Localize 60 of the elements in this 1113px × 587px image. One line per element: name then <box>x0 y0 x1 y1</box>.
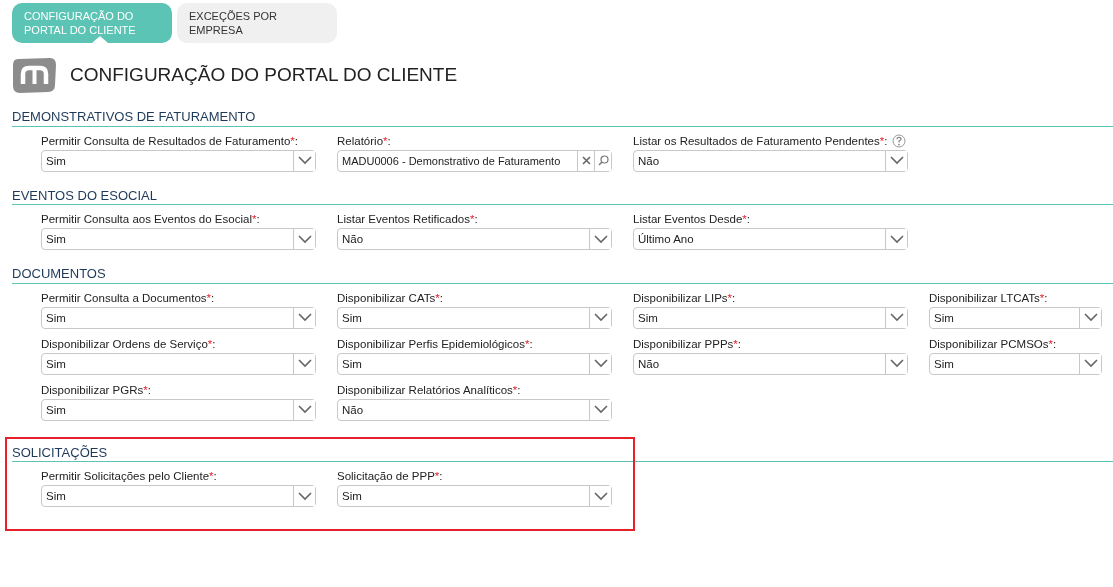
chevron-down-icon[interactable] <box>297 156 312 166</box>
field-label: Disponibilizar CATs*: <box>337 290 443 306</box>
chevron-down-icon[interactable] <box>593 405 608 415</box>
select-field[interactable]: Sim <box>41 485 316 508</box>
field-label: Permitir Solicitações pelo Cliente*: <box>41 469 217 485</box>
chevron-down-icon[interactable] <box>889 156 904 166</box>
logo-icon <box>12 57 56 93</box>
section-title: DEMONSTRATIVOS DE FATURAMENTO <box>11 109 257 126</box>
chevron-down-icon[interactable] <box>889 234 904 244</box>
field-label: Permitir Consulta a Documentos*: <box>41 290 215 306</box>
select-field[interactable]: Sim <box>337 352 612 375</box>
chevron-down-icon[interactable] <box>297 313 312 323</box>
field-label: Relatório*: <box>337 133 391 149</box>
section-title: DOCUMENTOS <box>11 266 107 283</box>
help-icon[interactable] <box>892 133 906 148</box>
chevron-down-icon[interactable] <box>297 234 312 244</box>
chevron-down-icon[interactable] <box>297 491 312 501</box>
field-label: Disponibilizar PCMSOs*: <box>929 336 1057 352</box>
chevron-down-icon[interactable] <box>889 313 904 323</box>
select-field[interactable]: Não <box>337 398 612 421</box>
chevron-down-icon[interactable] <box>593 491 608 501</box>
field-label: Permitir Consulta de Resultados de Faturamento*: <box>41 133 298 149</box>
select-field[interactable]: Último Ano <box>633 228 908 251</box>
chevron-down-icon[interactable] <box>889 359 904 369</box>
field-label: Disponibilizar PGRs*: <box>41 382 151 398</box>
chevron-down-icon[interactable] <box>1083 313 1098 323</box>
select-field[interactable]: Sim <box>41 228 316 251</box>
tab[interactable]: EXCEÇÕES POR EMPRESA <box>177 3 337 43</box>
section-title: EVENTOS DO ESOCIAL <box>11 187 158 205</box>
chevron-down-icon[interactable] <box>593 313 608 323</box>
chevron-down-icon[interactable] <box>593 359 608 369</box>
field-label: Disponibilizar Perfis Epidemiológicos*: <box>337 336 533 352</box>
field-label: Disponibilizar LTCATs*: <box>929 290 1048 306</box>
select-field[interactable]: Sim <box>41 149 316 172</box>
select-field[interactable]: Não <box>633 352 908 375</box>
select-field[interactable]: Sim <box>929 306 1102 329</box>
field-label: Solicitação de PPP*: <box>337 469 443 485</box>
select-field[interactable]: Sim <box>41 398 316 421</box>
chevron-down-icon[interactable] <box>297 359 312 369</box>
field-label: Permitir Consulta aos Eventos do Esocial*: <box>41 212 260 228</box>
select-field[interactable]: Não <box>633 149 908 172</box>
field-label: Listar Eventos Desde*: <box>633 212 750 228</box>
page-title: CONFIGURAÇÃO DO PORTAL DO CLIENTE <box>70 63 458 87</box>
select-field[interactable]: Sim <box>337 485 612 508</box>
section-title: SOLICITAÇÕES <box>11 444 109 462</box>
field-label: Listar os Resultados de Faturamento Pendentes*: <box>633 133 888 149</box>
field-label: Disponibilizar Relatórios Analíticos*: <box>337 382 521 398</box>
select-field[interactable]: Sim <box>337 306 612 329</box>
chevron-down-icon[interactable] <box>593 234 608 244</box>
field-label: Disponibilizar LIPs*: <box>633 290 736 306</box>
select-field[interactable]: Sim <box>633 306 908 329</box>
chevron-down-icon[interactable] <box>297 405 312 415</box>
select-field[interactable]: Não <box>337 228 612 251</box>
select-field[interactable]: Sim <box>41 352 316 375</box>
field-label: Disponibilizar PPPs*: <box>633 336 742 352</box>
field-label: Listar Eventos Retificados*: <box>337 212 478 228</box>
chevron-down-icon[interactable] <box>1083 359 1098 369</box>
select-field[interactable]: Sim <box>929 352 1102 375</box>
select-field[interactable]: Sim <box>41 306 316 329</box>
field-label: Disponibilizar Ordens de Serviço*: <box>41 336 216 352</box>
